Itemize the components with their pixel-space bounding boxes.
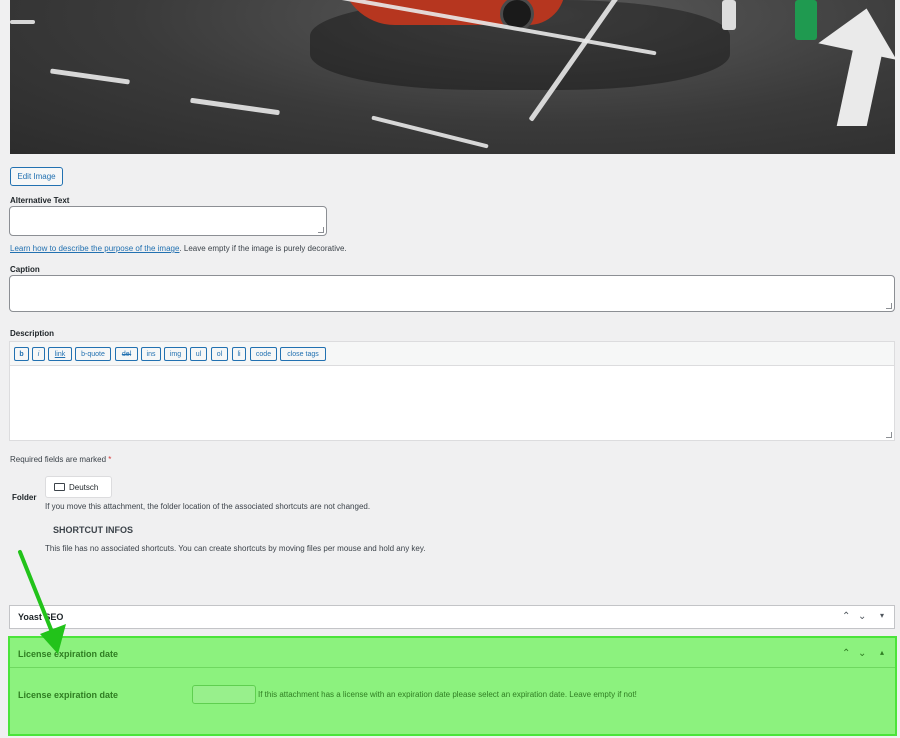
edit-image-button[interactable]: Edit Image xyxy=(10,167,63,186)
license-date-input[interactable] xyxy=(192,685,256,704)
license-help-text: If this attachment has a license with an… xyxy=(258,690,637,699)
move-up-icon[interactable]: ⌃ xyxy=(842,611,850,622)
qt-code-button[interactable]: code xyxy=(250,347,277,361)
move-down-icon[interactable]: ⌄ xyxy=(858,648,866,659)
shortcut-infos-text: This file has no associated shortcuts. Y… xyxy=(45,544,426,553)
qt-ul-button[interactable]: ul xyxy=(190,347,207,361)
license-expiration-postbox: License expiration date ⌃ ⌄ ▴ License ex… xyxy=(8,636,897,736)
quicktags-toolbar: b i link b-quote del ins img ul ol li co… xyxy=(9,341,895,366)
shortcut-infos-heading: SHORTCUT INFOS xyxy=(53,525,133,535)
qt-close-tags-button[interactable]: close tags xyxy=(280,347,326,361)
annotation-arrow-icon xyxy=(18,550,66,654)
qt-ol-button[interactable]: ol xyxy=(211,347,228,361)
alt-text-label: Alternative Text xyxy=(10,196,70,205)
qt-bquote-button[interactable]: b-quote xyxy=(75,347,111,361)
folder-note: If you move this attachment, the folder … xyxy=(45,502,371,511)
toggle-panel-icon[interactable]: ▴ xyxy=(880,648,884,657)
qt-ins-button[interactable]: ins xyxy=(141,347,161,361)
divider xyxy=(10,667,895,668)
move-down-icon[interactable]: ⌄ xyxy=(858,611,866,622)
qt-link-button[interactable]: link xyxy=(48,347,72,361)
caption-input[interactable] xyxy=(9,275,895,312)
license-field-label: License expiration date xyxy=(18,690,119,700)
qt-del-button[interactable]: del xyxy=(115,347,138,361)
qt-li-button[interactable]: li xyxy=(232,347,246,361)
description-label: Description xyxy=(10,329,55,338)
attachment-image-preview xyxy=(10,0,895,154)
required-fields-note: Required fields are marked * xyxy=(10,455,112,464)
folder-label: Folder xyxy=(12,493,37,502)
alt-text-help-link[interactable]: Learn how to describe the purpose of the… xyxy=(10,244,179,253)
qt-italic-button[interactable]: i xyxy=(32,347,45,361)
folder-icon xyxy=(54,483,65,491)
qt-bold-button[interactable]: b xyxy=(14,347,29,361)
toggle-panel-icon[interactable]: ▾ xyxy=(880,611,884,620)
folder-select-button[interactable]: Deutsch xyxy=(45,476,112,498)
alt-text-input[interactable] xyxy=(9,206,327,236)
qt-img-button[interactable]: img xyxy=(164,347,187,361)
description-textarea[interactable] xyxy=(9,365,895,441)
yoast-seo-postbox[interactable]: Yoast SEO ⌃ ⌄ ▾ xyxy=(9,605,895,629)
alt-text-help: Learn how to describe the purpose of the… xyxy=(10,244,347,253)
caption-label: Caption xyxy=(10,265,40,274)
move-up-icon[interactable]: ⌃ xyxy=(842,648,850,659)
